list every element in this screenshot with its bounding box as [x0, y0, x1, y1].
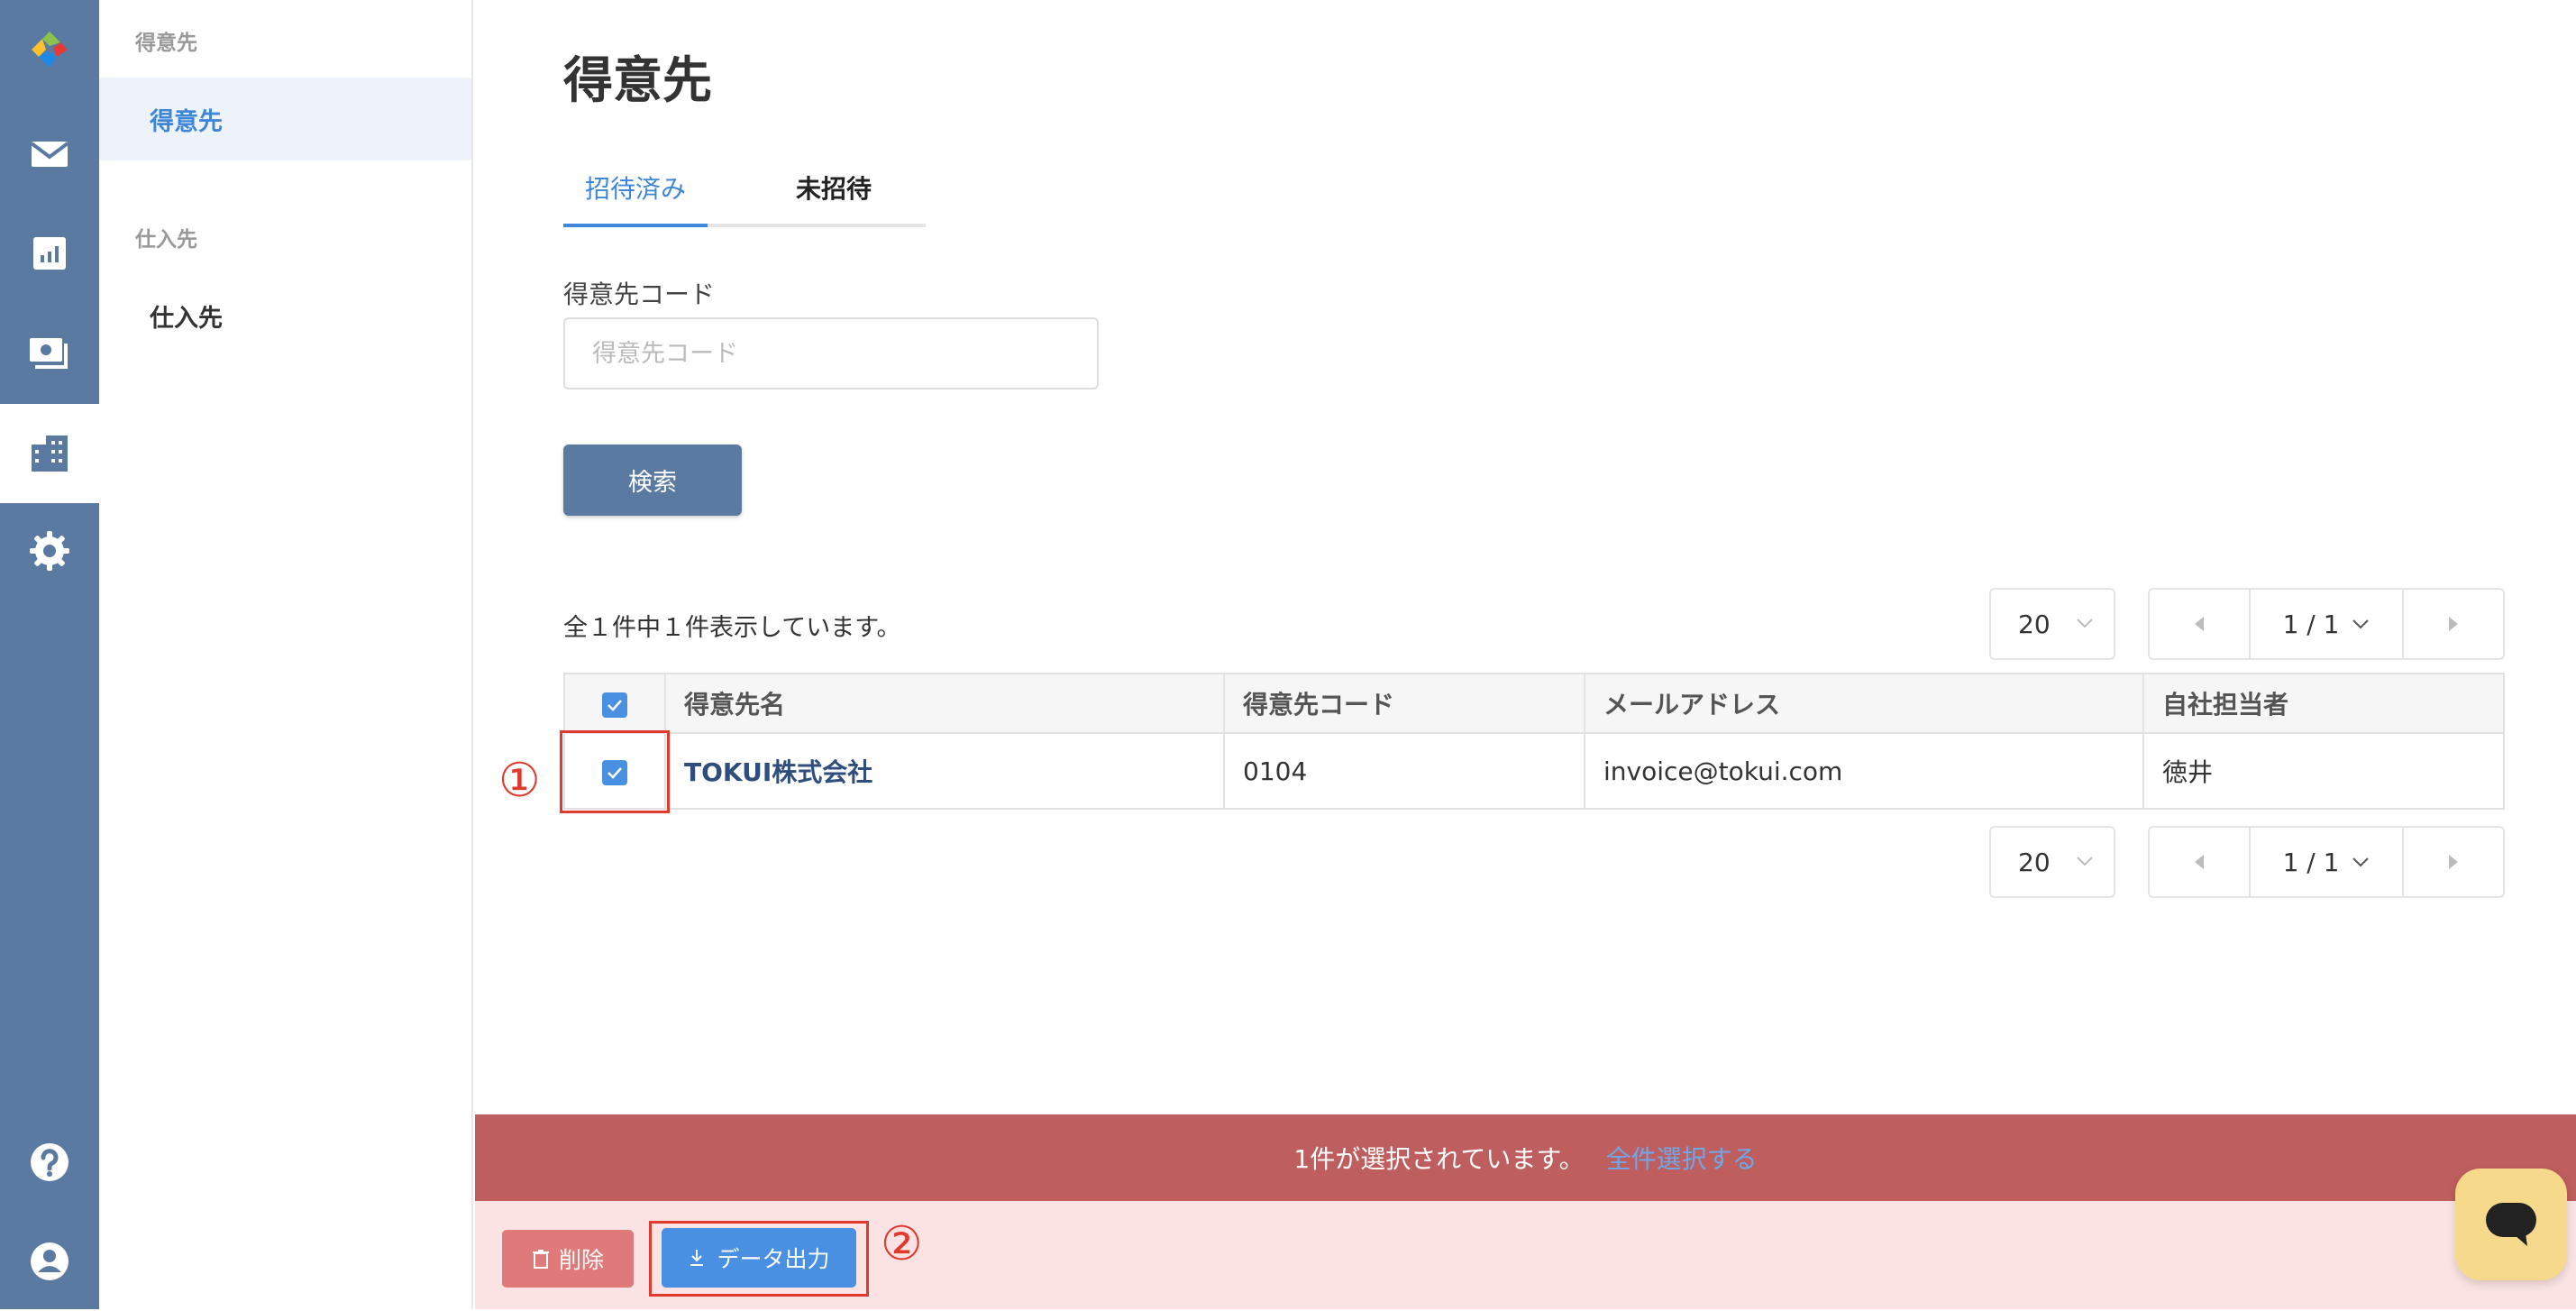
tab-bar: 招待済み 未招待: [563, 170, 926, 227]
caret-left-icon: [2195, 855, 2204, 869]
annotation-box-export: [649, 1221, 869, 1297]
tab-invited-label: 招待済み: [584, 174, 686, 204]
check-icon: [607, 699, 622, 711]
customer-table: 得意先名 得意先コード メールアドレス 自社担当者 TOKUI株式会社 0104…: [563, 673, 2505, 810]
table-row[interactable]: TOKUI株式会社 0104 invoice@tokui.com 徳井: [563, 732, 2505, 810]
page-size-value: 20: [2018, 847, 2051, 877]
payment-icon: [30, 338, 68, 369]
page-indicator: 1 / 1: [2282, 609, 2340, 639]
prev-page-button[interactable]: [2150, 828, 2249, 896]
result-count: 全１件中１件表示しています。: [563, 614, 901, 642]
logo-icon: [32, 32, 68, 68]
cell-owner: 徳井: [2142, 732, 2505, 810]
tab-uninvited[interactable]: 未招待: [762, 170, 906, 224]
table-header-row: 得意先名 得意先コード メールアドレス 自社担当者: [563, 673, 2505, 734]
cell-email: invoice@tokui.com: [1584, 732, 2144, 810]
subnav-item-suppliers[interactable]: 仕入先: [99, 274, 471, 357]
chevron-down-icon: [2077, 857, 2093, 866]
page-size-value: 20: [2018, 609, 2051, 639]
caret-right-icon: [2449, 617, 2458, 631]
next-page-button[interactable]: [2404, 590, 2503, 658]
search-button[interactable]: 検索: [563, 445, 742, 516]
column-header-owner[interactable]: 自社担当者: [2142, 673, 2505, 734]
delete-button[interactable]: 削除: [502, 1230, 634, 1288]
trash-icon: [532, 1250, 549, 1269]
rail-account[interactable]: [0, 1212, 99, 1311]
rail-customers[interactable]: [0, 404, 99, 503]
subnav-group-customers: 得意先: [135, 32, 197, 55]
column-header-email[interactable]: メールアドレス: [1584, 673, 2144, 734]
delete-label: 削除: [558, 1247, 604, 1273]
cell-customer-code: 0104: [1223, 732, 1585, 810]
gear-icon: [30, 531, 69, 571]
tab-uninvited-label: 未招待: [795, 174, 872, 204]
subnav-group-suppliers: 仕入先: [135, 228, 197, 252]
chat-widget-button[interactable]: [2455, 1169, 2567, 1280]
sub-navigation: 得意先 得意先 仕入先 仕入先: [99, 0, 473, 1309]
selection-status: 1件が選択されています。: [1293, 1144, 1585, 1174]
main-content: 得意先 招待済み 未招待 得意先コード 検索 全１件中１件表示しています。 20…: [475, 0, 2576, 1309]
rail-payments[interactable]: [0, 303, 99, 402]
select-all-link[interactable]: 全件選択する: [1606, 1140, 1758, 1176]
annotation-two: ②: [881, 1217, 923, 1271]
pager-bottom: 1 / 1: [2148, 826, 2505, 898]
help-icon: [31, 1143, 69, 1181]
chevron-down-icon: [2352, 619, 2370, 629]
building-icon: [32, 435, 68, 472]
page-size-select[interactable]: 20: [1989, 588, 2115, 660]
tab-active-indicator: [563, 224, 708, 227]
selection-bar: 1件が選択されています。 全件選択する: [475, 1114, 2576, 1201]
page-select[interactable]: 1 / 1: [2249, 590, 2404, 658]
rail-mail[interactable]: [0, 105, 99, 204]
subnav-item-customers[interactable]: 得意先: [99, 78, 471, 160]
next-page-button[interactable]: [2404, 828, 2503, 896]
page-size-select-bottom[interactable]: 20: [1989, 826, 2115, 898]
chart-icon: [33, 237, 66, 270]
rail-reports[interactable]: [0, 204, 99, 303]
chat-icon: [2486, 1203, 2536, 1246]
customer-code-input[interactable]: [563, 317, 1099, 390]
cell-customer-name[interactable]: TOKUI株式会社: [664, 732, 1225, 810]
column-header-name[interactable]: 得意先名: [664, 673, 1225, 734]
icon-rail: [0, 0, 99, 1309]
caret-left-icon: [2195, 617, 2204, 631]
chevron-down-icon: [2352, 857, 2370, 867]
page-indicator: 1 / 1: [2282, 847, 2340, 877]
select-all-cell[interactable]: [563, 673, 666, 734]
prev-page-button[interactable]: [2150, 590, 2249, 658]
customer-code-label: 得意先コード: [563, 280, 716, 309]
annotation-box-checkbox: [560, 730, 670, 813]
mail-icon: [30, 142, 69, 167]
chevron-down-icon: [2077, 619, 2093, 628]
app-logo[interactable]: [0, 0, 99, 99]
tab-invited[interactable]: 招待済み: [563, 170, 708, 227]
user-icon: [31, 1242, 69, 1280]
annotation-one: ①: [498, 754, 541, 808]
column-header-code[interactable]: 得意先コード: [1223, 673, 1585, 734]
page-title: 得意先: [563, 51, 713, 109]
rail-help[interactable]: [0, 1113, 99, 1212]
select-all-checkbox[interactable]: [602, 692, 627, 718]
page-select[interactable]: 1 / 1: [2249, 828, 2404, 896]
bulk-action-bar: 削除 データ出力 ②: [475, 1201, 2576, 1309]
caret-right-icon: [2449, 855, 2458, 869]
pager: 1 / 1: [2148, 588, 2505, 660]
rail-settings[interactable]: [0, 501, 99, 600]
